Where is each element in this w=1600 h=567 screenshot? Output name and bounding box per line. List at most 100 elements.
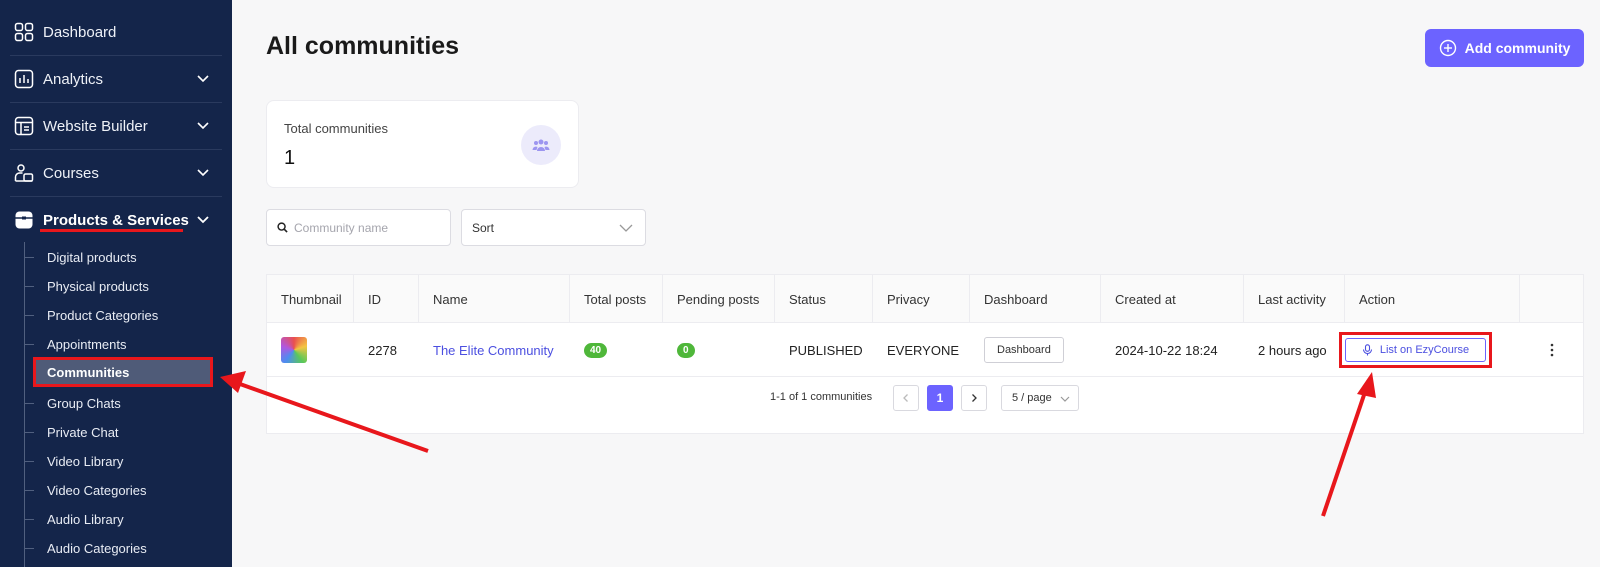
more-vertical-icon[interactable] <box>1544 342 1560 358</box>
sub-label: Video Categories <box>47 482 147 498</box>
col-action: Action <box>1345 275 1520 323</box>
sidebar-item-appointments[interactable]: Appointments <box>24 330 224 358</box>
sort-select[interactable]: Sort <box>461 209 646 246</box>
nav-label: Website Builder <box>43 117 148 135</box>
box-icon <box>14 210 34 230</box>
chevron-right-icon <box>972 394 977 402</box>
cell-action: List on EzyCourse <box>1339 323 1520 377</box>
community-search[interactable] <box>266 209 451 246</box>
courses-icon <box>14 163 34 183</box>
nav-dashboard[interactable]: Dashboard <box>0 9 232 55</box>
dashboard-button[interactable]: Dashboard <box>984 337 1064 363</box>
col-pending-posts: Pending posts <box>663 275 775 323</box>
table-row: 2278 The Elite Community 40 0 PUBLISHED … <box>267 323 1583 377</box>
col-more <box>1520 275 1583 323</box>
nav-label: Dashboard <box>43 23 117 41</box>
sub-label: Private Chat <box>47 424 119 440</box>
community-name-link[interactable]: The Elite Community <box>419 323 570 377</box>
sub-label: Communities <box>47 364 130 380</box>
sidebar-item-product-categories[interactable]: Product Categories <box>24 301 224 329</box>
page-title: All communities <box>266 32 460 60</box>
col-created-at: Created at <box>1101 275 1244 323</box>
page-size-label: 5 / page <box>1012 392 1052 404</box>
col-status: Status <box>775 275 873 323</box>
add-community-label: Add community <box>1464 40 1571 56</box>
pending-posts-badge: 0 <box>677 342 695 358</box>
cell-more <box>1520 323 1583 377</box>
search-input[interactable] <box>294 220 444 235</box>
sub-label: Video Library <box>47 453 124 469</box>
col-last-activity: Last activity <box>1244 275 1345 323</box>
list-on-ezycourse-button[interactable]: List on EzyCourse <box>1345 338 1486 362</box>
nav-courses[interactable]: Courses <box>0 150 232 196</box>
total-posts-badge: 40 <box>584 342 608 358</box>
total-communities-card: Total communities 1 <box>266 100 579 188</box>
list-button-label: List on EzyCourse <box>1379 344 1470 356</box>
microphone-icon <box>1362 344 1372 356</box>
cell-thumbnail <box>267 323 354 377</box>
sidebar-item-video-categories[interactable]: Video Categories <box>24 476 224 504</box>
sidebar-item-physical-products[interactable]: Physical products <box>24 272 224 300</box>
nav-analytics[interactable]: Analytics <box>0 56 232 102</box>
next-page-button[interactable] <box>961 385 987 411</box>
annotation-underline <box>40 229 183 232</box>
chevron-down-icon <box>197 169 209 177</box>
nav-label: Products & Services <box>43 211 189 229</box>
plus-circle-icon <box>1439 39 1456 57</box>
cell-last-activity: 2 hours ago <box>1258 342 1327 358</box>
layout-icon <box>14 116 34 136</box>
cell-pending-posts: 0 <box>663 323 775 377</box>
chevron-down-icon <box>197 216 209 224</box>
sidebar: Dashboard Analytics Website Builder Cour… <box>0 0 232 567</box>
page-size-select[interactable]: 5 / page <box>1001 385 1079 411</box>
sidebar-item-video-library[interactable]: Video Library <box>24 447 224 475</box>
sidebar-item-digital-products[interactable]: Digital products <box>24 243 224 271</box>
cell-privacy: EVERYONE <box>887 342 960 358</box>
communities-table: Thumbnail ID Name Total posts Pending po… <box>266 274 1584 434</box>
col-dashboard: Dashboard <box>970 275 1101 323</box>
sub-label: Appointments <box>47 336 127 352</box>
annotation-highlight-box: List on EzyCourse <box>1339 332 1492 368</box>
pagination-summary: 1-1 of 1 communities <box>770 391 873 403</box>
chevron-left-icon <box>903 394 908 402</box>
nav-label: Courses <box>43 164 99 182</box>
sub-label: Group Chats <box>47 395 121 411</box>
col-thumbnail: Thumbnail <box>267 275 354 323</box>
nav-website-builder[interactable]: Website Builder <box>0 103 232 149</box>
prev-page-button[interactable] <box>893 385 919 411</box>
stat-label: Total communities <box>284 121 389 136</box>
chart-icon <box>14 69 34 89</box>
col-name: Name <box>419 275 570 323</box>
sub-label: Audio Library <box>47 511 124 527</box>
cell-total-posts: 40 <box>570 323 663 377</box>
chevron-down-icon <box>619 224 633 232</box>
grid-icon <box>14 22 34 42</box>
community-thumbnail <box>281 337 307 363</box>
sidebar-item-private-chat[interactable]: Private Chat <box>24 418 224 446</box>
nav-products-services[interactable]: Products & Services <box>0 197 232 243</box>
search-icon <box>277 222 288 233</box>
cell-id: 2278 <box>368 342 397 358</box>
col-privacy: Privacy <box>873 275 970 323</box>
col-total-posts: Total posts <box>570 275 663 323</box>
sidebar-item-audio-library[interactable]: Audio Library <box>24 505 224 533</box>
pagination: 1-1 of 1 communities 1 5 / page <box>267 385 1583 413</box>
stat-value: 1 <box>284 147 296 169</box>
cell-status: PUBLISHED <box>789 342 863 358</box>
chevron-down-icon <box>197 75 209 83</box>
chevron-down-icon <box>1060 396 1070 402</box>
sort-label: Sort <box>472 220 495 235</box>
page-1-button[interactable]: 1 <box>927 385 953 411</box>
col-id: ID <box>354 275 419 323</box>
cell-created-at: 2024-10-22 18:24 <box>1115 342 1218 358</box>
sub-label: Product Categories <box>47 307 159 323</box>
sidebar-item-audio-categories[interactable]: Audio Categories <box>24 534 224 562</box>
sidebar-item-group-chats[interactable]: Group Chats <box>24 389 224 417</box>
chevron-down-icon <box>197 122 209 130</box>
sub-label: Audio Categories <box>47 540 147 556</box>
sub-label: Physical products <box>47 278 149 294</box>
users-group-icon <box>521 125 561 165</box>
add-community-button[interactable]: Add community <box>1425 29 1584 67</box>
cell-dashboard: Dashboard <box>970 323 1101 377</box>
sidebar-item-communities[interactable]: Communities <box>33 357 213 387</box>
